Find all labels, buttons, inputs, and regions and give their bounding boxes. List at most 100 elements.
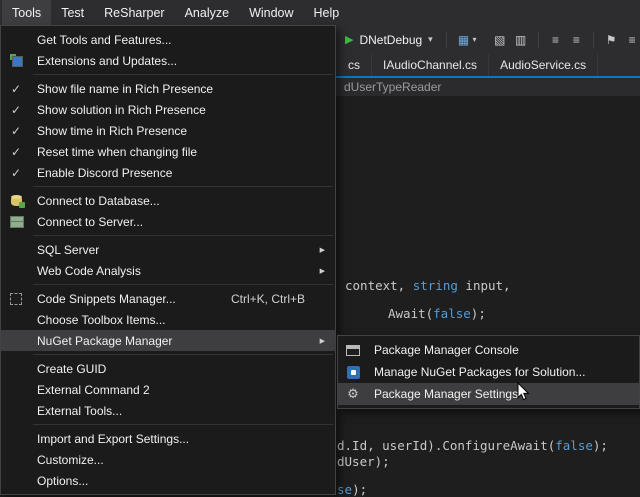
menu-item-label: Reset time when changing file (31, 145, 335, 159)
mouse-cursor (517, 382, 531, 402)
code-line: Await(false); (388, 306, 486, 321)
extensions-icon (1, 54, 31, 67)
menu-item-label: Show solution in Rich Presence (31, 103, 335, 117)
menubar-item-resharper[interactable]: ReSharper (94, 0, 174, 25)
checkmark-icon: ✓ (1, 166, 31, 180)
bookmark-icon[interactable]: ⚑ (603, 33, 619, 47)
code-token: input, (458, 278, 511, 293)
nuget-submenu: Package Manager Console Manage NuGet Pac… (337, 335, 640, 409)
open-file-icon[interactable]: ▧ (492, 33, 508, 47)
code-line: context, string input, (345, 278, 511, 293)
menu-separator (33, 424, 333, 425)
menu-item-label: Options... (31, 474, 335, 488)
menu-item-web-code-analysis[interactable]: Web Code Analysis ▶ (1, 260, 335, 281)
menu-item-label: Package Manager Settings (368, 387, 639, 401)
menu-item-package-manager-settings[interactable]: ⚙ Package Manager Settings (338, 383, 639, 405)
checkmark-icon: ✓ (1, 82, 31, 96)
tab-audioservice[interactable]: AudioService.cs (489, 54, 598, 76)
menu-item-label: Enable Discord Presence (31, 166, 335, 180)
menu-item-package-manager-console[interactable]: Package Manager Console (338, 339, 639, 361)
menu-item-label: Web Code Analysis (31, 264, 335, 278)
menubar-item-help[interactable]: Help (304, 0, 350, 25)
menu-item-label: External Tools... (31, 404, 335, 418)
submenu-arrow-icon: ▶ (320, 246, 325, 254)
tab-partial[interactable]: cs (337, 54, 372, 76)
code-line: se); (337, 482, 367, 497)
tab-iaudiochannel[interactable]: IAudioChannel.cs (372, 54, 489, 76)
menubar-item-test[interactable]: Test (51, 0, 94, 25)
code-token: false (555, 438, 593, 453)
menu-item-label: Code Snippets Manager... (31, 292, 231, 306)
code-token: dUser); (337, 454, 390, 469)
menu-item-reset-time-when-changing-file[interactable]: ✓ Reset time when changing file (1, 141, 335, 162)
navigation-type-label: dUserTypeReader (344, 80, 441, 94)
menu-separator (33, 235, 333, 236)
menu-item-label: Create GUID (31, 362, 335, 376)
menu-item-import-export-settings[interactable]: Import and Export Settings... (1, 428, 335, 449)
menu-item-connect-to-server[interactable]: Connect to Server... (1, 211, 335, 232)
code-token: ); (352, 482, 367, 497)
menu-item-enable-discord-presence[interactable]: ✓ Enable Discord Presence (1, 162, 335, 183)
menu-separator (33, 354, 333, 355)
toolbar-separator (593, 32, 594, 48)
menu-item-label: Manage NuGet Packages for Solution... (368, 365, 639, 379)
checkmark-icon: ✓ (1, 103, 31, 117)
code-token: false (433, 306, 471, 321)
indent-increase-icon[interactable]: ≡ (568, 33, 584, 47)
menu-item-external-command-2[interactable]: External Command 2 (1, 379, 335, 400)
menu-item-show-file-name-rich-presence[interactable]: ✓ Show file name in Rich Presence (1, 78, 335, 99)
task-list-icon[interactable]: ≡ (624, 33, 640, 47)
menubar-item-window[interactable]: Window (239, 0, 303, 25)
menu-item-choose-toolbox-items[interactable]: Choose Toolbox Items... (1, 309, 335, 330)
checkmark-icon: ✓ (1, 124, 31, 138)
code-token: Await( (388, 306, 433, 321)
menu-item-show-time-rich-presence[interactable]: ✓ Show time in Rich Presence (1, 120, 335, 141)
code-line: d.Id, userId).ConfigureAwait(false); (337, 438, 608, 453)
menu-item-external-tools[interactable]: External Tools... (1, 400, 335, 421)
menu-item-sql-server[interactable]: SQL Server ▶ (1, 239, 335, 260)
menu-item-manage-nuget-packages[interactable]: Manage NuGet Packages for Solution... (338, 361, 639, 383)
menu-item-customize[interactable]: Customize... (1, 449, 335, 470)
snippets-icon (1, 293, 31, 305)
menu-separator (33, 74, 333, 75)
code-line: dUser); (337, 454, 390, 469)
chevron-down-icon[interactable]: ▾ (428, 34, 433, 45)
chevron-down-icon[interactable]: ▾ (473, 35, 477, 44)
menu-item-shortcut: Ctrl+K, Ctrl+B (231, 292, 335, 306)
indent-decrease-icon[interactable]: ≡ (548, 33, 564, 47)
menu-item-get-tools-and-features[interactable]: Get Tools and Features... (1, 29, 335, 50)
code-token: ); (471, 306, 486, 321)
checkmark-icon: ✓ (1, 145, 31, 159)
menu-item-label: Get Tools and Features... (31, 33, 335, 47)
console-icon (338, 345, 368, 356)
menu-item-label: NuGet Package Manager (31, 334, 335, 348)
play-icon: ▶ (345, 33, 353, 46)
menubar-item-tools[interactable]: Tools (2, 0, 51, 25)
menu-item-label: Choose Toolbox Items... (31, 313, 335, 327)
menu-item-nuget-package-manager[interactable]: NuGet Package Manager ▶ (1, 330, 335, 351)
menu-item-label: Package Manager Console (368, 343, 639, 357)
menu-item-label: Customize... (31, 453, 335, 467)
code-token: ); (593, 438, 608, 453)
menu-item-extensions-and-updates[interactable]: Extensions and Updates... (1, 50, 335, 71)
menu-item-connect-to-database[interactable]: Connect to Database... (1, 190, 335, 211)
menu-item-create-guid[interactable]: Create GUID (1, 358, 335, 379)
menubar-item-analyze[interactable]: Analyze (175, 0, 239, 25)
copy-icon[interactable]: ▥ (513, 33, 529, 47)
menu-item-options[interactable]: Options... (1, 470, 335, 491)
start-debug-button[interactable]: ▶ DNetDebug ▾ (341, 31, 437, 49)
package-icon (338, 366, 368, 379)
menu-item-label: Extensions and Updates... (31, 54, 335, 68)
menu-item-label: Connect to Database... (31, 194, 335, 208)
code-token: se (337, 482, 352, 497)
menu-item-label: Show file name in Rich Presence (31, 82, 335, 96)
menu-item-show-solution-rich-presence[interactable]: ✓ Show solution in Rich Presence (1, 99, 335, 120)
debug-target-label: DNetDebug (359, 33, 422, 47)
submenu-arrow-icon: ▶ (320, 337, 325, 345)
submenu-arrow-icon: ▶ (320, 267, 325, 275)
menu-item-code-snippets-manager[interactable]: Code Snippets Manager... Ctrl+K, Ctrl+B (1, 288, 335, 309)
database-icon (1, 196, 31, 206)
code-token: string (413, 278, 458, 293)
menu-item-label: Import and Export Settings... (31, 432, 335, 446)
attach-to-process-icon[interactable]: ▦ (456, 33, 472, 47)
